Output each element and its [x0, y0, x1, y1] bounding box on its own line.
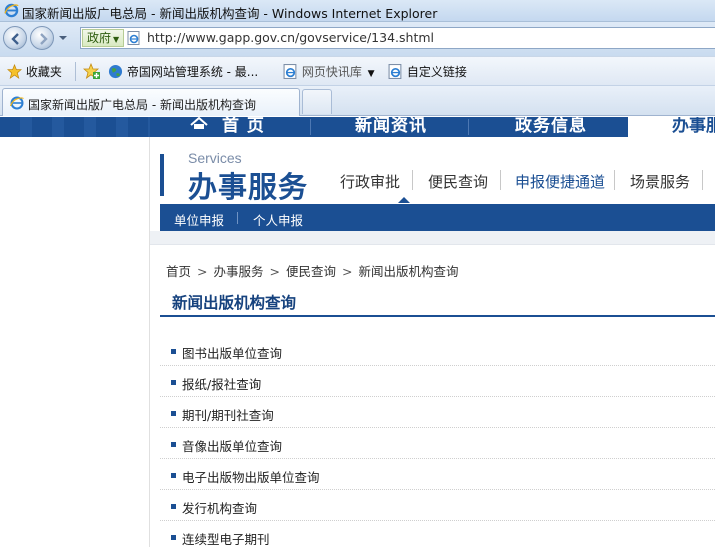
site-main-nav: 首 页 新闻资讯 政务信息 办事服 [150, 117, 715, 137]
breadcrumb-separator: > [197, 264, 208, 279]
address-bar[interactable]: 政府 ▼ http://www.gapp.gov.cn/govservice/13… [80, 27, 715, 49]
nav-news[interactable]: 新闻资讯 [355, 117, 427, 136]
nav-home[interactable]: 首 页 [222, 117, 265, 136]
window-title-bar: 国家新闻出版广电总局 - 新闻出版机构查询 - Windows Internet… [0, 0, 715, 22]
favorite-link-dedecms[interactable]: 帝国网站管理系统 - 最... [108, 63, 258, 80]
sub-nav: 单位申报 个人申报 [160, 204, 715, 231]
breadcrumb-current: 新闻出版机构查询 [358, 264, 459, 279]
breadcrumb: 首页 > 办事服务 > 便民查询 > 新闻出版机构查询 [166, 261, 459, 280]
section-header: Services 办事服务 行政审批 便民查询 申报便捷通道 场景服务 [150, 137, 715, 207]
service-link-list: 图书出版单位查询 报纸/报社查询 期刊/期刊社查询 音像出版单位查询 电子出版物… [160, 335, 715, 547]
ie-page-icon [388, 64, 402, 79]
favorite-label: 帝国网站管理系统 - 最... [126, 65, 259, 79]
chevron-down-icon: ▼ [367, 69, 375, 79]
tab-row: 国家新闻出版广电总局 - 新闻出版机构查询 [0, 86, 715, 116]
page-favicon-icon [127, 31, 140, 45]
page-title: 新闻出版机构查询 [172, 294, 297, 312]
list-item[interactable]: 音像出版单位查询 [160, 428, 715, 459]
window-title: 国家新闻出版广电总局 - 新闻出版机构查询 - Windows Internet… [22, 6, 438, 21]
nav-divider [468, 119, 469, 135]
ie-page-icon [10, 96, 24, 110]
subnav-personal-declaration[interactable]: 个人申报 [253, 210, 303, 229]
page-left-margin [0, 117, 150, 547]
list-item[interactable]: 报纸/报社查询 [160, 366, 715, 397]
nav-divider [310, 119, 311, 135]
breadcrumb-separator: > [269, 264, 280, 279]
tab-label: 国家新闻出版广电总局 - 新闻出版机构查询 [28, 98, 256, 112]
star-icon [6, 63, 23, 79]
favorites-divider [75, 62, 76, 81]
ie-logo-icon [4, 3, 19, 18]
back-button[interactable] [3, 26, 27, 50]
bullet-icon [171, 380, 176, 385]
favorite-label: 网页快讯库 [301, 65, 362, 79]
history-dropdown-icon[interactable] [59, 34, 67, 42]
web-slice-gallery-button[interactable]: 网页快讯库 ▼ [283, 63, 375, 80]
home-icon [190, 117, 208, 129]
list-item[interactable]: 连续型电子期刊 [160, 521, 715, 547]
add-favorite-icon[interactable] [83, 63, 100, 79]
forward-button[interactable] [30, 26, 54, 50]
subnav-divider [237, 212, 238, 224]
service-link[interactable]: 期刊/期刊社查询 [182, 405, 274, 424]
service-link[interactable]: 发行机构查询 [182, 498, 257, 517]
section-tab-approval[interactable]: 行政审批 [340, 171, 400, 192]
bullet-icon [171, 473, 176, 478]
active-tab-caret [398, 197, 410, 203]
section-tab-divider [614, 170, 615, 190]
new-tab-button[interactable] [302, 89, 332, 114]
breadcrumb-services[interactable]: 办事服务 [214, 264, 264, 279]
breadcrumb-home[interactable]: 首页 [166, 264, 191, 279]
custom-links-button[interactable]: 自定义链接 [388, 63, 467, 80]
bullet-icon [171, 504, 176, 509]
zone-dropdown-icon: ▼ [113, 35, 120, 44]
list-item[interactable]: 电子出版物出版单位查询 [160, 459, 715, 490]
service-link[interactable]: 音像出版单位查询 [182, 436, 282, 455]
zone-label: 政府 [87, 31, 112, 45]
nav-services-label: 办事服 [672, 117, 715, 136]
bullet-icon [171, 349, 176, 354]
favorites-bar: 收藏夹 帝国网站管理系统 - 最... 网页快讯库 ▼ 自定义链接 [0, 56, 715, 86]
bullet-icon [171, 442, 176, 447]
header-decoration-banner [0, 117, 150, 137]
section-tab-divider [500, 170, 501, 190]
list-item[interactable]: 期刊/期刊社查询 [160, 397, 715, 428]
service-link[interactable]: 报纸/报社查询 [182, 374, 261, 393]
web-page: 首 页 新闻资讯 政务信息 办事服 Services 办事服务 行政审批 便民查… [0, 117, 715, 547]
nav-government-info[interactable]: 政务信息 [515, 117, 587, 136]
section-tab-divider [702, 170, 703, 190]
breadcrumb-public-query[interactable]: 便民查询 [286, 264, 336, 279]
section-title-cn: 办事服务 [188, 170, 309, 204]
content-top-strip [150, 231, 715, 245]
section-tab-divider [412, 170, 413, 190]
section-tab-declaration[interactable]: 申报便捷通道 [515, 171, 605, 192]
address-row: 政府 ▼ http://www.gapp.gov.cn/govservice/13… [0, 22, 715, 56]
back-arrow-icon [11, 33, 19, 45]
subnav-unit-declaration[interactable]: 单位申报 [174, 210, 224, 229]
section-tab-public-query[interactable]: 便民查询 [428, 171, 488, 192]
forward-arrow-icon [40, 33, 48, 45]
favorites-label: 收藏夹 [25, 65, 62, 79]
service-link[interactable]: 连续型电子期刊 [182, 529, 270, 547]
service-link[interactable]: 图书出版单位查询 [182, 343, 282, 362]
list-item[interactable]: 发行机构查询 [160, 490, 715, 521]
bullet-icon [171, 535, 176, 540]
bullet-icon [171, 411, 176, 416]
service-link[interactable]: 电子出版物出版单位查询 [182, 467, 320, 486]
url-text[interactable]: http://www.gapp.gov.cn/govservice/134.sh… [147, 30, 434, 45]
title-underline [160, 315, 715, 317]
globe-icon [108, 64, 123, 79]
nav-services-active[interactable]: 办事服 [628, 117, 715, 137]
favorites-button[interactable]: 收藏夹 [6, 63, 62, 80]
security-zone-badge[interactable]: 政府 ▼ [82, 29, 125, 47]
list-item[interactable]: 图书出版单位查询 [160, 335, 715, 366]
tab-active[interactable]: 国家新闻出版广电总局 - 新闻出版机构查询 [2, 88, 300, 116]
breadcrumb-separator: > [342, 264, 353, 279]
favorite-label: 自定义链接 [406, 65, 467, 79]
section-accent-bar [160, 154, 164, 196]
section-tab-scenario[interactable]: 场景服务 [630, 171, 690, 192]
ie-page-icon [283, 64, 297, 79]
